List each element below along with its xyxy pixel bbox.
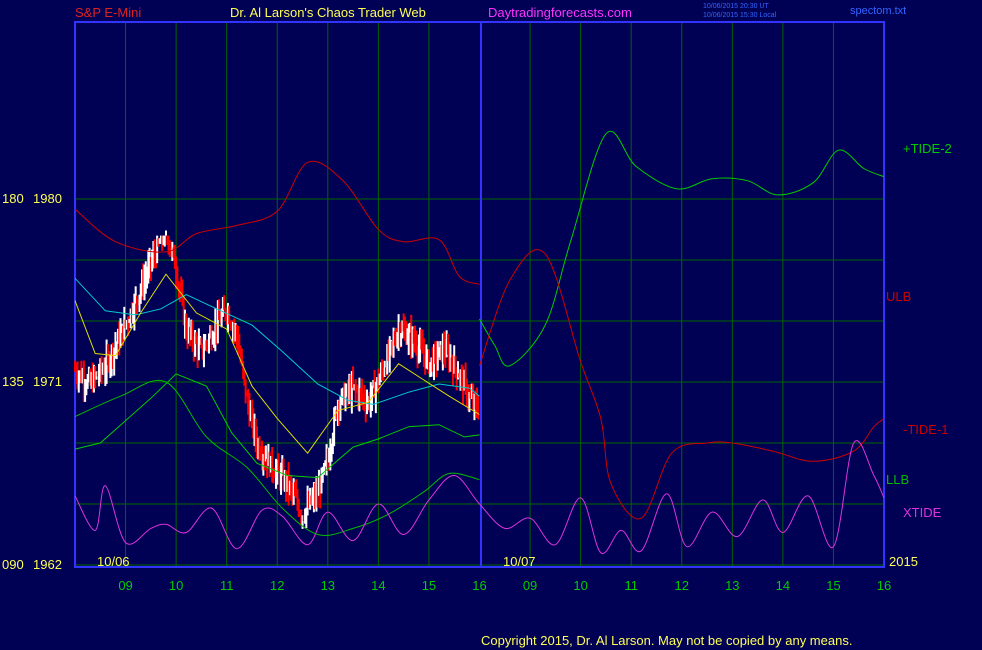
x-tick-label: 12	[675, 578, 689, 593]
year-label: 2015	[889, 554, 918, 569]
x-tick-label: 13	[725, 578, 739, 593]
copyright-notice: Copyright 2015, Dr. Al Larson. May not b…	[481, 633, 852, 648]
x-tick-label: 16	[472, 578, 486, 593]
legend-label: ULB	[886, 289, 911, 304]
legend-label: LLB	[886, 472, 909, 487]
y-label-left: 180	[2, 191, 24, 206]
date-label-2: 10/07	[503, 554, 536, 569]
x-tick-label: 09	[523, 578, 537, 593]
y-label-right: 1971	[33, 374, 62, 389]
symbol-title: S&P E-Mini	[75, 5, 141, 20]
x-tick-label: 13	[321, 578, 335, 593]
x-tick-label: 15	[826, 578, 840, 593]
legend-label: XTIDE	[903, 505, 942, 520]
file-label: spectom.txt	[850, 5, 906, 17]
legend-label: +TIDE-2	[903, 141, 952, 156]
date-label-1: 10/06	[97, 554, 130, 569]
time-local-label: 10/06/2015 15:30 Local	[703, 12, 777, 19]
x-tick-label: 10	[573, 578, 587, 593]
x-tick-label: 11	[220, 578, 234, 593]
y-label-right: 1962	[33, 557, 62, 572]
legend-label: -TIDE-1	[903, 422, 949, 437]
chart-background	[0, 0, 982, 650]
x-tick-label: 09	[118, 578, 132, 593]
x-tick-label: 14	[776, 578, 790, 593]
x-tick-label: 16	[877, 578, 891, 593]
y-label-left: 135	[2, 374, 24, 389]
x-tick-label: 12	[270, 578, 284, 593]
time-ut-label: 10/06/2015 20:30 UT	[703, 3, 769, 10]
x-tick-label: 15	[422, 578, 436, 593]
site-link[interactable]: Daytradingforecasts.com	[488, 5, 632, 20]
publisher-title: Dr. Al Larson's Chaos Trader Web	[230, 5, 426, 20]
chaos-trader-chart: S&P E-Mini Dr. Al Larson's Chaos Trader …	[0, 0, 982, 650]
y-label-right: 1980	[33, 191, 62, 206]
y-label-left: 090	[2, 557, 24, 572]
x-tick-label: 10	[169, 578, 183, 593]
x-tick-label: 14	[371, 578, 385, 593]
x-tick-label: 11	[624, 578, 638, 593]
